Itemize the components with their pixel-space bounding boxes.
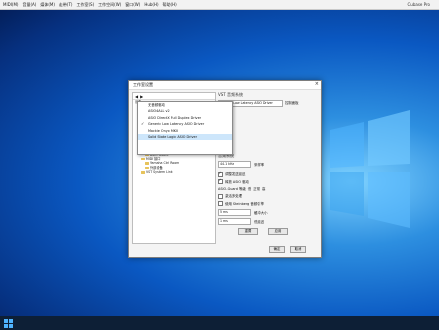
reset-button[interactable]: 重置 [238,228,258,235]
dropdown-option-label: ASIO4ALL v2 [148,109,170,114]
adjust-latency-label: 调整发送延迟 [225,172,246,176]
buffer-size-label: 缓冲大小 [254,211,268,215]
release-driver-label: 释放 ASIO 驱动 [225,179,249,184]
folder-icon [141,157,145,161]
driver-dropdown: 无音频驱动 ASIO4ALL v2 ASIO DirectX Full Duplex… [137,101,233,155]
folder-icon [141,170,145,174]
windows-start-icon[interactable] [4,318,13,328]
tree-nav: ◀ ▶ [133,93,215,100]
menu-transport[interactable]: 走带(T) [59,2,73,8]
asio-guard-label: ASIO-Guard 等级 [218,187,246,191]
tree-item-label: MIDI 接口 [146,157,161,162]
buffer-size-field[interactable]: 5 ms [218,209,251,216]
control-panel-button[interactable]: 控制面板 [285,100,299,107]
guard-low-radio[interactable]: 低 [248,186,251,191]
menu-help[interactable]: 帮助(H) [163,2,177,8]
low-latency-field[interactable]: 1 ms [218,218,251,225]
menu-hub[interactable]: Hub(H) [144,2,158,7]
low-latency-label: 低延迟 [254,220,265,224]
menu-audio[interactable]: 音量(A) [22,2,36,8]
back-arrow-icon[interactable]: ◀ [135,94,138,99]
guard-normal-radio[interactable]: 正常 [253,186,260,191]
cancel-button[interactable]: 取消 [290,246,306,253]
multiprocess-label: 激活多处理 [225,194,243,198]
release-driver-checkbox[interactable] [218,178,223,184]
menu-studio[interactable]: 工作室(S) [76,2,94,8]
app-title: Cubase Pro [407,2,430,7]
ok-button[interactable]: 确定 [269,246,285,253]
dropdown-option-label: Solid State Logic ASIO Driver [148,134,197,139]
app-menubar: MIDI(M) 音量(A) 媒体(M) 走带(T) 工作室(S) 工作空间(W)… [0,0,439,10]
sample-rate-label: 采样率 [254,163,265,167]
folder-icon [145,166,149,170]
sample-rate-select[interactable]: 44.1 kHz [218,161,251,168]
tree-item-label: VST System Link [146,170,173,175]
panel-title: VST 音频系统 [218,92,243,97]
audio-system-label: 音频系统 [218,153,234,158]
steinberg-engine-label: 使用 Steinberg 音频引擎 [225,201,264,206]
dropdown-option-label: 无音频驱动 [148,103,165,107]
folder-icon [145,162,149,165]
dropdown-option-label: ASIO DirectX Full Duplex Driver [148,115,202,120]
dropdown-option-label: Mackie Onyx MKII [148,128,178,133]
menu-midi[interactable]: MIDI(M) [3,2,18,7]
menu-workspace[interactable]: 工作空间(W) [98,2,121,8]
dialog-title: 工作室设置 [133,82,153,87]
windows-logo-wallpaper [330,110,410,228]
dropdown-option-label: Generic Low Latency ASIO Driver [148,122,205,127]
adjust-latency-checkbox[interactable] [218,171,223,177]
taskbar [0,316,439,330]
apply-button[interactable]: 应用 [268,228,288,235]
multiprocess-checkbox[interactable] [218,193,223,199]
tree-item-label: Yamaha Ctrl Room [150,161,180,166]
guard-high-radio[interactable]: 高 [262,186,265,191]
menu-media[interactable]: 媒体(M) [40,2,55,8]
close-icon[interactable]: × [315,81,319,87]
menu-window[interactable]: 窗口(W) [125,2,140,8]
tree-item[interactable]: VST System Link [133,170,215,174]
forward-arrow-icon[interactable]: ▶ [140,94,143,99]
dialog-titlebar: 工作室设置 × [129,81,321,90]
settings-panel: VST 音频系统 Generic Low Latency ASIO Driver… [218,92,318,242]
steinberg-engine-checkbox[interactable] [218,201,223,206]
tree-item-label: 外部设备 [150,165,163,170]
dropdown-option[interactable]: Solid State Logic ASIO Driver [138,133,232,141]
